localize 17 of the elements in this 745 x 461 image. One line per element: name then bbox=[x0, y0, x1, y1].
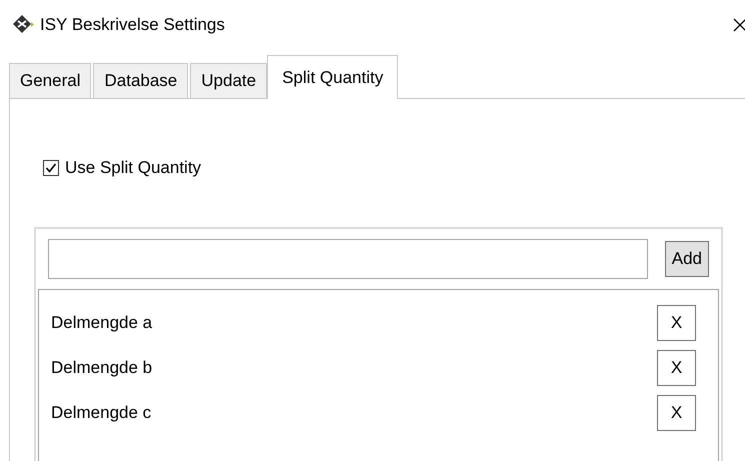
list-item[interactable]: Delmengde b bbox=[51, 355, 657, 381]
window-title: ISY Beskrivelse Settings bbox=[40, 14, 225, 36]
checkbox[interactable] bbox=[43, 160, 59, 176]
list-item[interactable]: Delmengde c bbox=[51, 400, 657, 426]
remove-button[interactable]: X bbox=[657, 395, 696, 431]
tab[interactable]: Split Quantity bbox=[267, 55, 398, 99]
tab[interactable]: General bbox=[9, 63, 92, 98]
checkbox-label: Use Split Quantity bbox=[65, 157, 202, 179]
input-field[interactable] bbox=[48, 238, 648, 278]
app-logo-icon bbox=[12, 14, 34, 36]
tab[interactable]: Database bbox=[93, 63, 188, 98]
remove-button[interactable]: X bbox=[657, 350, 696, 386]
add-button[interactable]: Add bbox=[664, 240, 709, 276]
tab[interactable]: Update bbox=[190, 63, 268, 98]
list-item[interactable]: Delmengde a bbox=[51, 310, 657, 336]
remove-button[interactable]: X bbox=[657, 305, 696, 341]
close-icon[interactable] bbox=[733, 18, 745, 32]
